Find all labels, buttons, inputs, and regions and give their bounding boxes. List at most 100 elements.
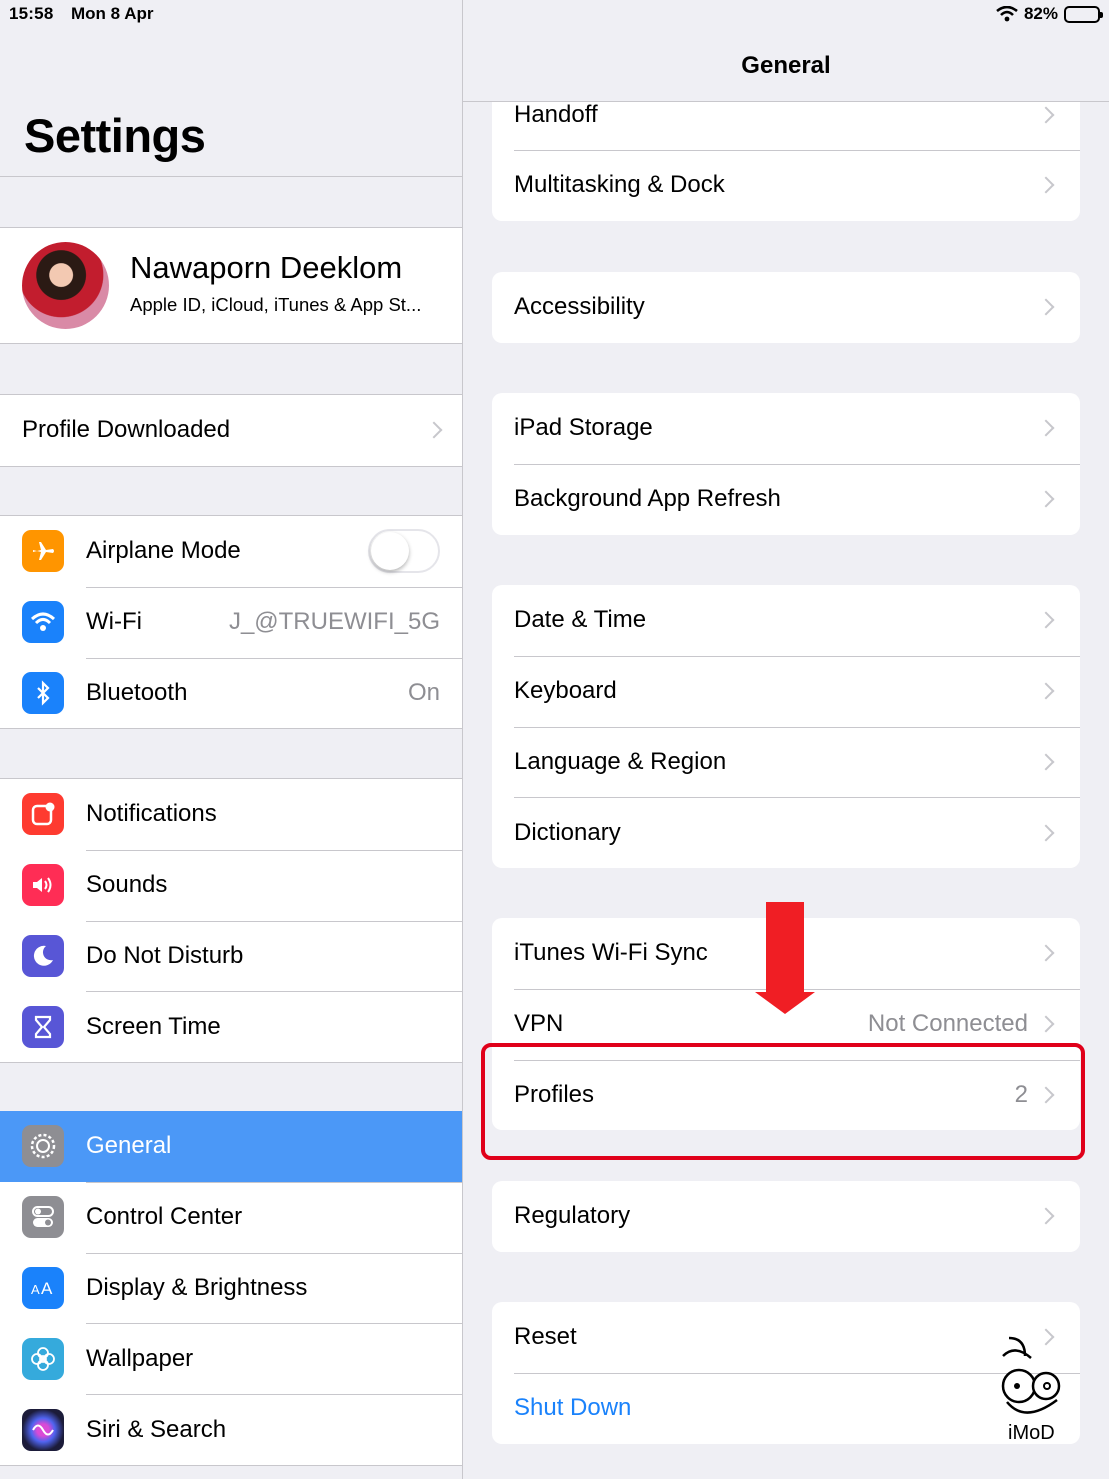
chevron-right-icon — [1037, 682, 1055, 700]
chevron-right-icon — [1037, 106, 1055, 124]
regulatory-label: Regulatory — [514, 1202, 631, 1230]
siri-search-label: Siri & Search — [86, 1415, 227, 1443]
sidebar-item-screen-time[interactable]: Screen Time — [0, 991, 462, 1062]
profile-downloaded-row[interactable]: Profile Downloaded — [0, 395, 462, 466]
chevron-right-icon — [1037, 490, 1055, 508]
bluetooth-status-value: On — [407, 678, 440, 706]
chevron-right-icon — [1037, 1015, 1055, 1033]
control-center-label: Control Center — [86, 1203, 243, 1231]
keyboard-row[interactable]: Keyboard — [492, 655, 1080, 727]
annotation-highlight-box — [481, 1043, 1085, 1160]
sidebar-item-bluetooth[interactable]: Bluetooth On — [0, 657, 462, 729]
notifications-group: Notifications Sounds Do Not Disturb Scre… — [0, 778, 462, 1064]
annotation-arrow-head — [755, 992, 815, 1014]
airplane-mode-toggle[interactable] — [368, 529, 440, 574]
sidebar-item-control-center[interactable]: Control Center — [0, 1181, 462, 1253]
reset-row[interactable]: Reset — [492, 1302, 1080, 1373]
sidebar-item-siri-search[interactable]: Siri & Search — [0, 1394, 462, 1465]
date-time-row[interactable]: Date & Time — [492, 585, 1080, 656]
nav-bar-backdrop — [463, 80, 1109, 101]
sidebar-item-wallpaper[interactable]: Wallpaper — [0, 1323, 462, 1394]
chevron-right-icon — [1037, 753, 1055, 771]
nav-title: General — [741, 52, 831, 79]
avatar — [22, 242, 109, 329]
sidebar-item-general[interactable]: General — [0, 1111, 462, 1182]
switches-icon — [22, 1196, 64, 1239]
wifi-status-icon — [996, 6, 1018, 22]
chevron-right-icon — [1037, 611, 1055, 629]
profile-subtitle: Apple ID, iCloud, iTunes & App St... — [130, 294, 422, 315]
sidebar-item-wifi[interactable]: Wi-Fi J_@TRUEWIFI_5G — [0, 586, 462, 658]
screen-time-label: Screen Time — [86, 1012, 221, 1040]
chevron-right-icon — [1037, 1207, 1055, 1225]
ipad-storage-row[interactable]: iPad Storage — [492, 393, 1080, 464]
background-app-refresh-row[interactable]: Background App Refresh — [492, 463, 1080, 535]
display-brightness-label: Display & Brightness — [86, 1273, 308, 1301]
wifi-network-value: J_@TRUEWIFI_5G — [228, 608, 440, 636]
language-region-label: Language & Region — [514, 747, 727, 775]
text-size-icon: AA — [22, 1266, 64, 1309]
annotation-arrow-shaft — [766, 902, 804, 994]
chevron-right-icon — [1037, 944, 1055, 962]
status-indicators: 82% — [996, 4, 1103, 24]
wifi-icon — [22, 601, 64, 644]
ipad-storage-label: iPad Storage — [514, 414, 653, 442]
vpn-label: VPN — [514, 1010, 564, 1038]
imod-logo-text: iMoD — [1008, 1422, 1055, 1444]
language-region-row[interactable]: Language & Region — [492, 726, 1080, 798]
gear-icon — [22, 1125, 64, 1168]
system-group: General Control Center AA Display & Brig… — [0, 1111, 462, 1466]
sidebar-item-airplane-mode[interactable]: Airplane Mode — [0, 516, 462, 587]
keyboard-label: Keyboard — [514, 677, 617, 705]
profile-downloaded-group: Profile Downloaded — [0, 394, 462, 467]
hourglass-icon — [22, 1005, 64, 1048]
siri-icon — [22, 1408, 64, 1451]
bluetooth-icon — [22, 671, 64, 714]
apple-id-card[interactable]: Nawaporn Deeklom Apple ID, iCloud, iTune… — [0, 227, 462, 344]
flower-icon — [22, 1337, 64, 1380]
general-group-7: Reset Shut Down — [492, 1302, 1080, 1444]
sounds-label: Sounds — [86, 871, 168, 899]
general-label: General — [86, 1132, 172, 1160]
profile-name: Nawaporn Deeklom — [130, 250, 403, 285]
vpn-status-value: Not Connected — [867, 1010, 1028, 1038]
chevron-right-icon — [425, 421, 443, 439]
nav-divider — [463, 101, 1109, 102]
multitasking-dock-label: Multitasking & Dock — [514, 171, 725, 199]
itunes-wifi-sync-label: iTunes Wi-Fi Sync — [514, 939, 708, 967]
sidebar-item-display-brightness[interactable]: AA Display & Brightness — [0, 1252, 462, 1324]
airplane-icon — [22, 530, 64, 573]
svg-text:A: A — [41, 1279, 53, 1298]
multitasking-dock-row[interactable]: Multitasking & Dock — [492, 150, 1080, 221]
chevron-right-icon — [1037, 176, 1055, 194]
chevron-right-icon — [1037, 824, 1055, 842]
do-not-disturb-label: Do Not Disturb — [86, 941, 244, 969]
bluetooth-label: Bluetooth — [86, 678, 188, 706]
settings-sidebar: 15:58 Mon 8 Apr Settings Nawaporn Deeklo… — [0, 0, 462, 1479]
profile-downloaded-label: Profile Downloaded — [22, 416, 231, 444]
dictionary-label: Dictionary — [514, 818, 621, 846]
chevron-right-icon — [1037, 419, 1055, 437]
wifi-label: Wi-Fi — [86, 608, 142, 636]
accessibility-label: Accessibility — [514, 293, 645, 321]
page-title: Settings — [24, 109, 206, 162]
svg-text:A: A — [31, 1282, 40, 1297]
sidebar-item-notifications[interactable]: Notifications — [0, 779, 462, 850]
background-app-refresh-label: Background App Refresh — [514, 485, 781, 513]
airplane-mode-label: Airplane Mode — [86, 537, 241, 565]
regulatory-row[interactable]: Regulatory — [492, 1181, 1080, 1252]
sidebar-item-sounds[interactable]: Sounds — [0, 849, 462, 921]
battery-percent: 82% — [1023, 4, 1058, 23]
sidebar-item-do-not-disturb[interactable]: Do Not Disturb — [0, 920, 462, 992]
sounds-icon — [22, 864, 64, 907]
connectivity-group: Airplane Mode Wi-Fi J_@TRUEWIFI_5G Bluet… — [0, 515, 462, 730]
header-divider — [0, 176, 462, 177]
dictionary-row[interactable]: Dictionary — [492, 797, 1080, 868]
notifications-label: Notifications — [86, 800, 217, 828]
notifications-icon — [22, 793, 64, 836]
general-group-2: Accessibility — [492, 272, 1080, 343]
accessibility-row[interactable]: Accessibility — [492, 272, 1080, 343]
date-time-label: Date & Time — [514, 606, 647, 634]
shut-down-row[interactable]: Shut Down — [492, 1372, 1080, 1444]
wallpaper-label: Wallpaper — [86, 1344, 194, 1372]
